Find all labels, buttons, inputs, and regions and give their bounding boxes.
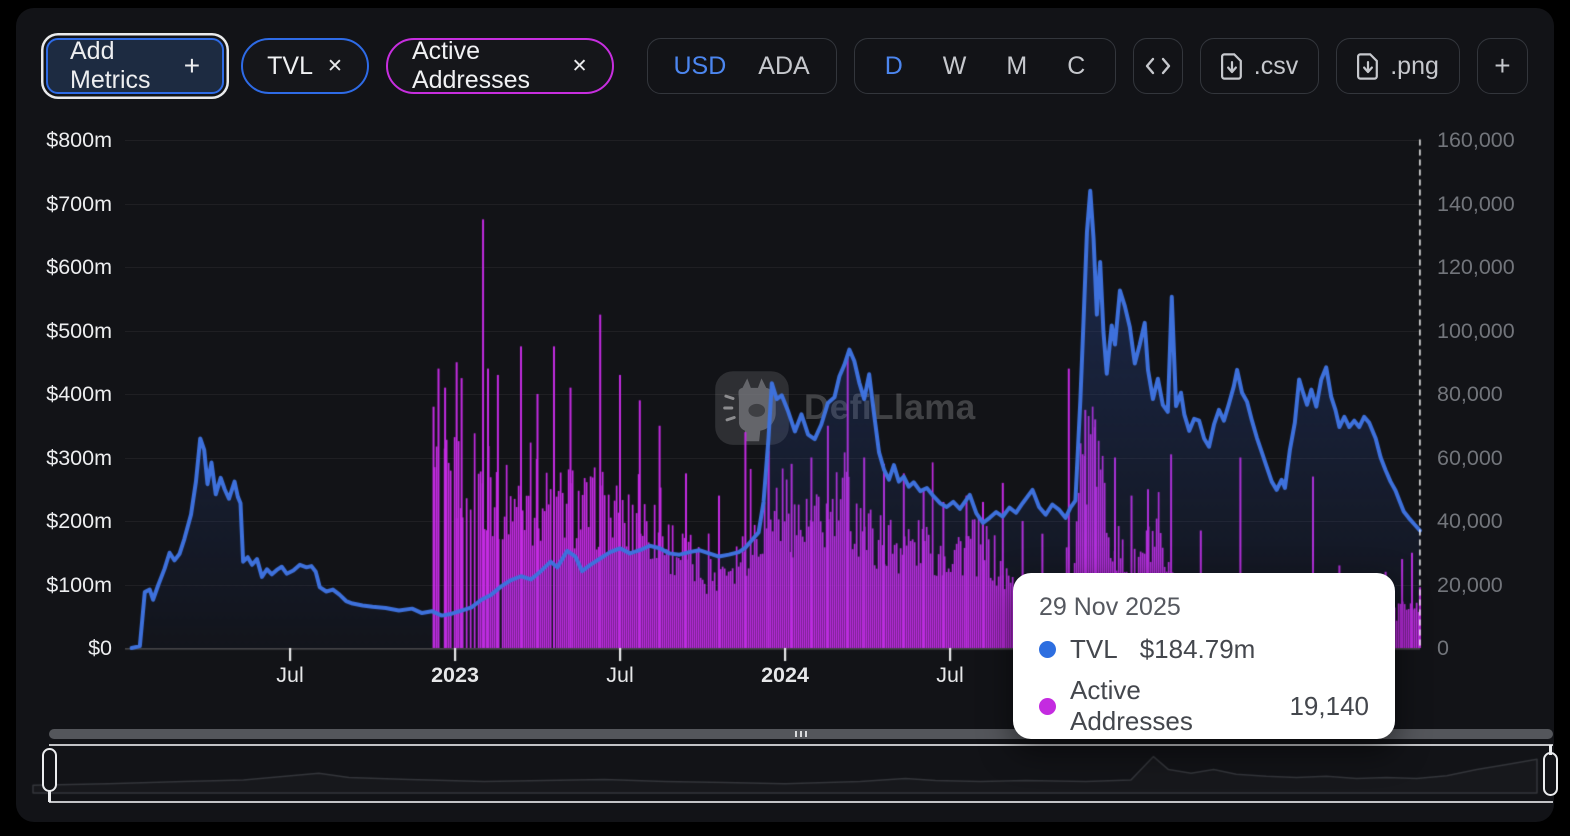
tooltip-row-tvl: TVL $184.79m (1039, 634, 1369, 665)
brush-handle-right[interactable] (1543, 752, 1558, 796)
watermark-label: DefiLlama (804, 388, 976, 428)
tooltip-tvl-value: $184.79m (1140, 634, 1256, 665)
gridline (125, 140, 1420, 141)
scrollbar-grip-icon[interactable] (795, 731, 807, 737)
gridline (125, 521, 1420, 522)
gridline (125, 331, 1420, 332)
tooltip-date: 29 Nov 2025 (1039, 593, 1369, 622)
defillama-llama-icon (714, 370, 790, 446)
range-brush[interactable] (49, 744, 1553, 803)
tooltip-row-active-addresses: Active Addresses 19,140 (1039, 675, 1369, 737)
gridline (125, 204, 1420, 205)
brush-handle-right-stem (1549, 745, 1552, 755)
tvl-series-dot (1039, 641, 1056, 658)
gridline (125, 267, 1420, 268)
watermark: DefiLlama (714, 370, 976, 446)
tooltip-tvl-label: TVL (1070, 634, 1118, 665)
brush-handle-left-stem (48, 790, 51, 802)
chart-card: DefiLlama $0$100m$200m$300m$400m$500m$60… (16, 8, 1554, 822)
chart-tooltip: 29 Nov 2025 TVL $184.79m Active Addresse… (1013, 573, 1395, 739)
tooltip-active-value: 19,140 (1289, 691, 1369, 722)
active-addresses-series-dot (1039, 698, 1056, 715)
brush-handle-left[interactable] (42, 748, 57, 792)
gridline (125, 458, 1420, 459)
tooltip-active-label: Active Addresses (1070, 675, 1267, 737)
